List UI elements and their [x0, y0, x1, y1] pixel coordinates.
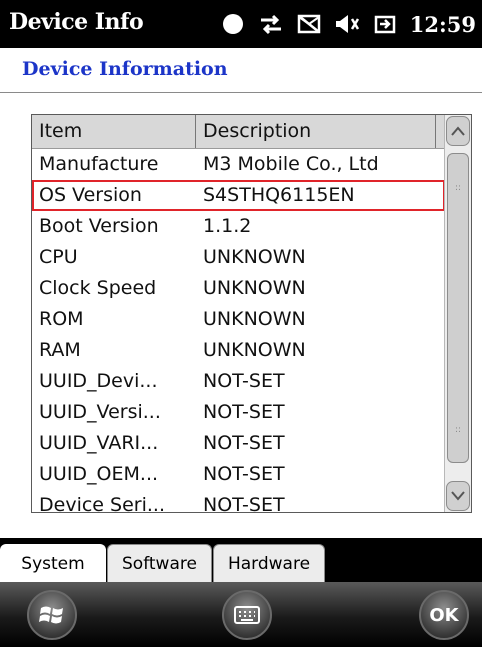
- column-header-item[interactable]: Item: [32, 115, 196, 148]
- item-cell: Boot Version: [39, 215, 159, 237]
- start-button[interactable]: [27, 590, 77, 640]
- tab-bar: System Software Hardware: [0, 538, 482, 582]
- power-plug-icon[interactable]: [372, 11, 398, 37]
- keyboard-button[interactable]: [222, 590, 272, 640]
- table-header: Item Description: [32, 115, 445, 149]
- scroll-up-button[interactable]: [446, 116, 470, 146]
- tab-system[interactable]: System: [0, 544, 106, 582]
- grip-top-icon: ::: [455, 183, 462, 193]
- table-rows: Manufacture M3 Mobile Co., Ltd OS Versio…: [32, 149, 445, 513]
- status-icons: 12:59: [220, 6, 482, 42]
- table-row[interactable]: Manufacture M3 Mobile Co., Ltd: [32, 149, 445, 180]
- table-row[interactable]: ROM UNKNOWN: [32, 304, 445, 335]
- description-cell: M3 Mobile Co., Ltd: [203, 153, 379, 175]
- battery-status-icon[interactable]: [220, 11, 246, 37]
- status-bar: Device Info 12:59: [0, 0, 482, 48]
- windows-start-icon: [39, 606, 63, 624]
- table-row[interactable]: Boot Version 1.1.2: [32, 211, 445, 242]
- data-sync-icon[interactable]: [258, 11, 284, 37]
- page-title: Device Information: [22, 58, 228, 80]
- item-cell: UUID_VARI...: [39, 432, 159, 454]
- column-header-description[interactable]: Description: [196, 115, 436, 148]
- description-cell: UNKNOWN: [203, 339, 306, 361]
- item-cell: OS Version: [39, 184, 142, 206]
- item-cell: UUID_OEM...: [39, 463, 159, 485]
- description-cell: UNKNOWN: [203, 308, 306, 330]
- description-cell: UNKNOWN: [203, 277, 306, 299]
- item-cell: Device Seri...: [39, 494, 165, 513]
- vertical-scrollbar[interactable]: :: ::: [444, 115, 471, 512]
- item-cell: UUID_Versi...: [39, 401, 161, 423]
- chevron-up-icon: [451, 126, 465, 136]
- table-row-highlighted[interactable]: OS Version S4STHQ6115EN: [32, 180, 445, 211]
- table-row[interactable]: UUID_VARI... NOT-SET: [32, 428, 445, 459]
- item-cell: Manufacture: [39, 153, 159, 175]
- description-cell: S4STHQ6115EN: [203, 184, 355, 206]
- description-cell: NOT-SET: [203, 494, 285, 513]
- ok-button[interactable]: OK: [419, 590, 469, 640]
- softkey-bar: OK: [0, 582, 482, 647]
- scrollbar-thumb[interactable]: :: ::: [447, 153, 469, 463]
- speaker-muted-icon[interactable]: [334, 11, 360, 37]
- item-cell: CPU: [39, 246, 78, 268]
- description-cell: NOT-SET: [203, 401, 285, 423]
- chevron-down-icon: [451, 491, 465, 501]
- ok-label: OK: [429, 604, 459, 626]
- page-header: Device Information: [0, 48, 482, 93]
- no-message-icon[interactable]: [296, 11, 322, 37]
- tab-hardware[interactable]: Hardware: [213, 544, 325, 582]
- description-cell: NOT-SET: [203, 463, 285, 485]
- item-cell: RAM: [39, 339, 81, 361]
- table-row[interactable]: UUID_Devi... NOT-SET: [32, 366, 445, 397]
- keyboard-icon: [234, 606, 260, 624]
- table-row[interactable]: CPU UNKNOWN: [32, 242, 445, 273]
- content-area: Item Description Manufacture M3 Mobile C…: [0, 93, 482, 538]
- clock[interactable]: 12:59: [410, 12, 476, 37]
- description-cell: NOT-SET: [203, 370, 285, 392]
- item-cell: Clock Speed: [39, 277, 157, 299]
- grip-bottom-icon: ::: [455, 425, 462, 435]
- table-row[interactable]: Device Seri... NOT-SET: [32, 490, 445, 513]
- app-title: Device Info: [9, 9, 144, 35]
- table-row[interactable]: UUID_OEM... NOT-SET: [32, 459, 445, 490]
- table-row[interactable]: UUID_Versi... NOT-SET: [32, 397, 445, 428]
- item-cell: ROM: [39, 308, 84, 330]
- device-info-table[interactable]: Item Description Manufacture M3 Mobile C…: [31, 114, 472, 513]
- description-cell: UNKNOWN: [203, 246, 306, 268]
- description-cell: 1.1.2: [203, 215, 252, 237]
- item-cell: UUID_Devi...: [39, 370, 158, 392]
- tab-software[interactable]: Software: [107, 544, 212, 582]
- scroll-down-button[interactable]: [446, 481, 470, 511]
- description-cell: NOT-SET: [203, 432, 285, 454]
- table-row[interactable]: Clock Speed UNKNOWN: [32, 273, 445, 304]
- table-row[interactable]: RAM UNKNOWN: [32, 335, 445, 366]
